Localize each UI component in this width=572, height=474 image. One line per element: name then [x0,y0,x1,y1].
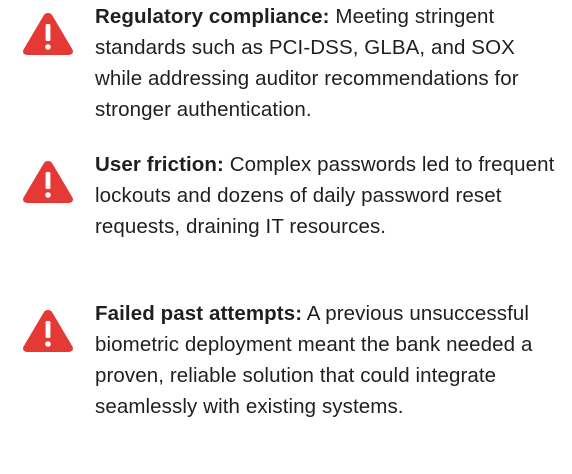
item-label: Failed past attempts: [95,302,303,325]
warning-triangle-icon [23,161,73,203]
list-item-text: Failed past attempts: A previous unsucce… [95,298,567,422]
item-label: User friction: [95,153,224,176]
warning-triangle-icon [23,13,73,55]
warning-triangle-icon [23,310,73,352]
list-item-text: Regulatory compliance: Meeting stringent… [95,1,567,125]
list-item-text: User friction: Complex passwords led to … [95,149,567,242]
item-label: Regulatory compliance: [95,5,330,28]
